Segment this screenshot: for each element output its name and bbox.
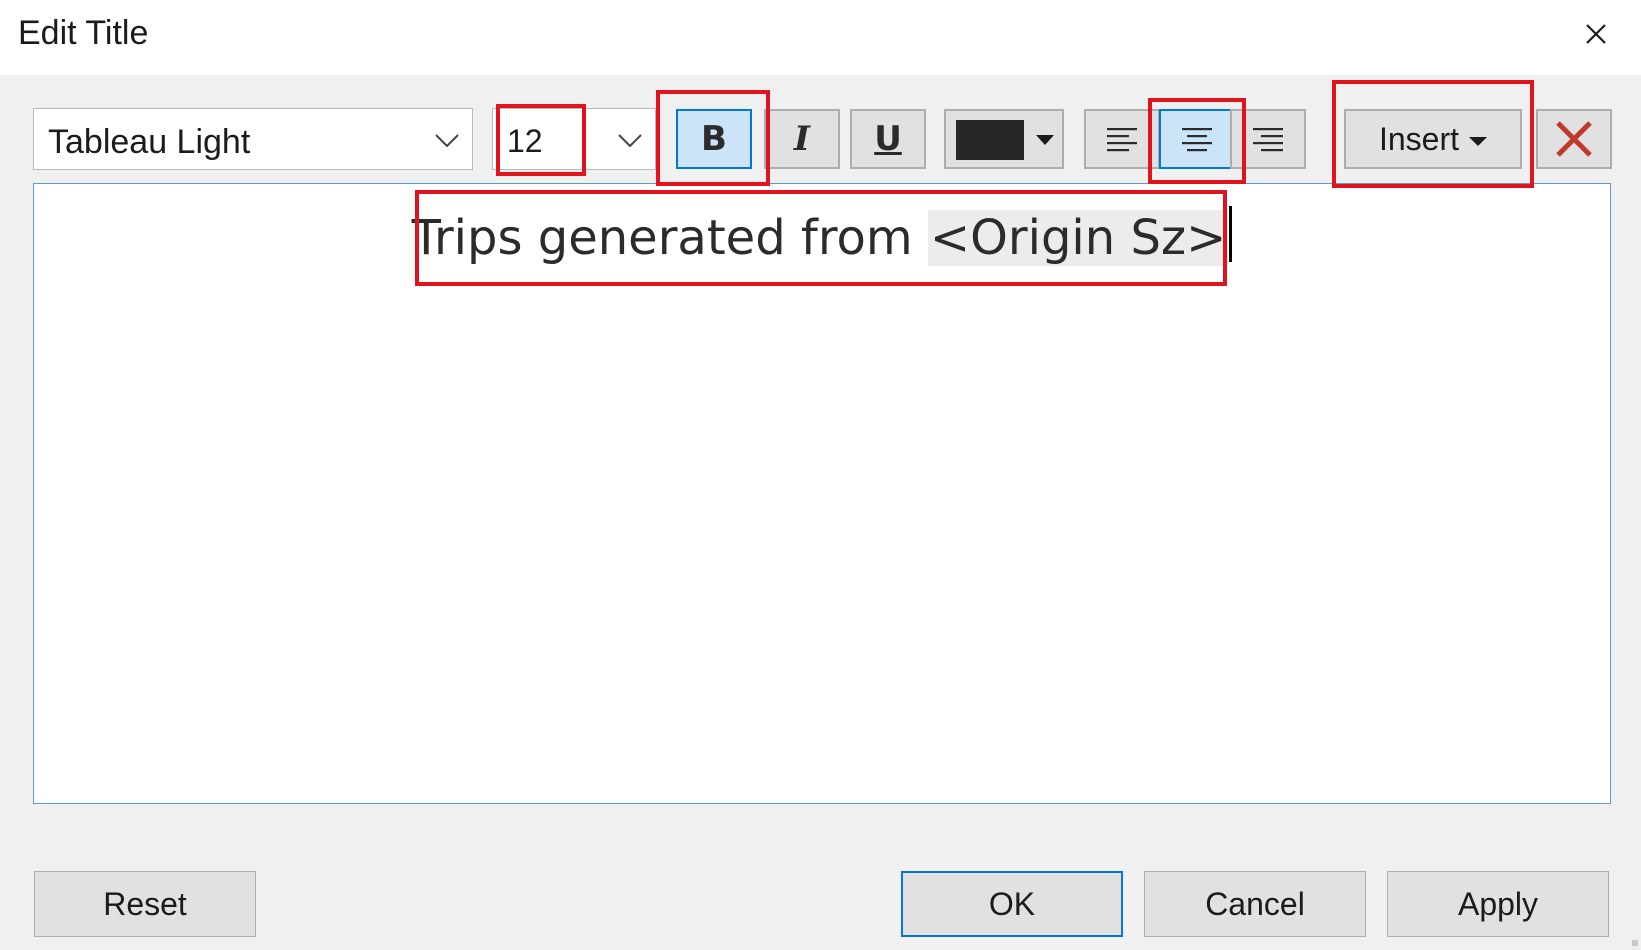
chevron-down-icon: [618, 134, 642, 148]
dialog-title: Edit Title: [18, 14, 149, 52]
align-center-button[interactable]: [1159, 109, 1235, 169]
clear-formatting-button[interactable]: [1536, 109, 1612, 169]
red-x-icon: [1556, 121, 1592, 157]
field-token-origin-sz[interactable]: <Origin Sz>: [927, 210, 1229, 266]
align-left-button[interactable]: [1084, 109, 1160, 169]
reset-button[interactable]: Reset: [34, 871, 256, 937]
dropdown-caret-icon: [1469, 136, 1488, 146]
italic-button[interactable]: I: [764, 109, 840, 169]
insert-label: Insert: [1378, 120, 1460, 157]
bold-icon: B: [701, 119, 727, 159]
title-editor[interactable]: Trips generated from <Origin Sz>: [33, 183, 1611, 804]
chevron-down-icon: [435, 134, 459, 148]
close-icon[interactable]: [1576, 14, 1616, 54]
text-caret: [1229, 206, 1233, 262]
underline-button[interactable]: U: [850, 109, 926, 169]
bold-button[interactable]: B: [676, 109, 752, 169]
dropdown-caret-icon: [1036, 135, 1054, 145]
insert-button[interactable]: Insert: [1344, 109, 1522, 169]
resize-grip-icon[interactable]: [1632, 940, 1638, 946]
title-text-line: Trips generated from <Origin Sz>: [34, 206, 1610, 266]
font-size-dropdown[interactable]: 12: [492, 108, 656, 170]
title-text: Trips generated from: [411, 210, 928, 266]
align-right-icon: [1253, 128, 1283, 152]
color-swatch: [956, 120, 1024, 160]
align-center-icon: [1182, 128, 1212, 152]
font-family-value: Tableau Light: [48, 123, 251, 161]
dialog-titlebar: Edit Title: [0, 0, 1641, 75]
underline-icon: U: [874, 119, 902, 159]
italic-icon: I: [794, 119, 810, 159]
font-size-value: 12: [507, 123, 543, 159]
text-color-picker[interactable]: [944, 109, 1064, 169]
align-right-button[interactable]: [1230, 109, 1306, 169]
font-family-dropdown[interactable]: Tableau Light: [33, 108, 473, 170]
ok-button[interactable]: OK: [901, 871, 1123, 937]
apply-button[interactable]: Apply: [1387, 871, 1609, 937]
align-left-icon: [1107, 128, 1137, 152]
cancel-button[interactable]: Cancel: [1144, 871, 1366, 937]
